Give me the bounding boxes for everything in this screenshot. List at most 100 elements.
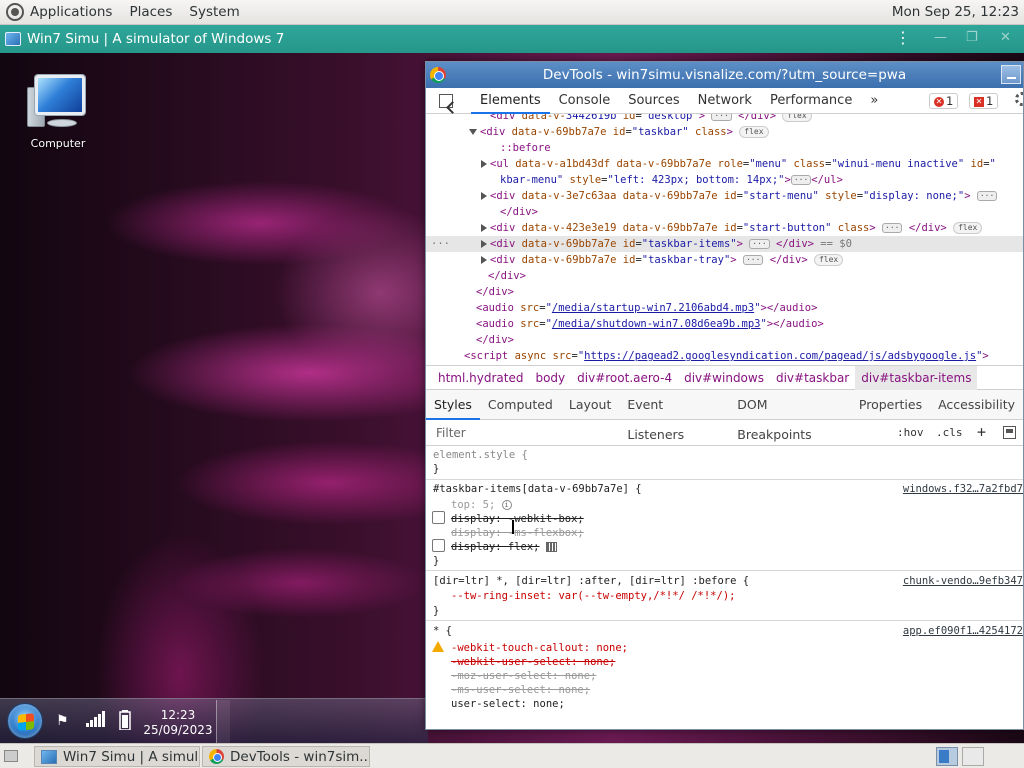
devtools-titlebar[interactable]: DevTools - win7simu.visnalize.com/?utm_s… [426,62,1023,88]
expand-triangle-icon[interactable] [481,160,487,168]
minimize-icon[interactable]: — [934,30,947,45]
tab-layout[interactable]: Layout [561,390,620,420]
tab-console[interactable]: Console [550,88,620,114]
dom-node-line[interactable]: kbar-menu" style="left: 423px; bottom: 1… [426,172,1023,188]
rule-source-link[interactable]: app.ef090f1…4254172 [903,624,1023,638]
dom-node-line[interactable]: </div> [426,332,1023,348]
inspect-element-icon[interactable] [439,93,453,108]
tab-network[interactable]: Network [689,88,761,114]
show-desktop-icon[interactable] [4,750,18,762]
dom-node-line[interactable]: </div> [426,204,1023,220]
issues-badge[interactable]: ✕ 1 [969,93,999,109]
breadcrumb-item[interactable]: div#taskbar-items [855,365,978,390]
cls-toggle[interactable]: .cls [936,426,963,439]
applications-menu[interactable]: Applications [30,4,112,20]
tab-styles[interactable]: Styles [426,390,480,420]
rule-selector[interactable]: #taskbar-items[data-v-69bb7a7e] { [433,482,642,496]
style-declaration[interactable]: display: -webkit-box; [451,512,584,526]
breadcrumb-item[interactable]: div#root.aero-4 [571,366,678,390]
dom-node-line[interactable]: <div data-v-69bb7a7e id="taskbar-tray"> … [426,252,1023,268]
settings-gear-icon[interactable] [1015,92,1023,106]
error-badge[interactable]: ✕ 1 [929,93,959,109]
dom-node-line[interactable]: <script async src="https://pagead2.googl… [426,348,1023,364]
breadcrumb-item[interactable]: body [529,366,571,390]
tab-elements[interactable]: Elements [471,88,550,114]
window-icon [41,749,57,764]
places-menu[interactable]: Places [129,4,172,20]
style-declaration[interactable]: -webkit-touch-callout: none; [451,641,628,655]
new-rule-button[interactable]: + [977,423,986,441]
tab-properties[interactable]: Properties [851,390,930,420]
hov-toggle[interactable]: :hov [897,426,924,439]
tab-dom-breakpoints[interactable]: DOM Breakpoints [729,390,851,442]
expand-triangle-icon[interactable] [481,256,487,264]
dom-node-line[interactable]: ··· <div data-v-69bb7a7e id="taskbar-item… [426,236,1023,252]
maximize-icon[interactable]: ❐ [966,30,978,45]
style-declaration[interactable]: -ms-user-select: none; [451,683,590,697]
tab-performance[interactable]: Performance [761,88,861,114]
taskbar-item-devtools[interactable]: DevTools - win7sim... [202,746,370,767]
tab-event-listeners[interactable]: Event Listeners [619,390,729,442]
tab-computed[interactable]: Computed [480,390,561,420]
breadcrumb-item[interactable]: div#windows [678,366,770,390]
start-orb-icon[interactable] [7,703,43,739]
rule-selector[interactable]: * { [433,624,452,638]
style-declaration[interactable]: -webkit-user-select: none; [451,655,615,669]
dom-node-line[interactable]: <audio src="/media/startup-win7.2106abd4… [426,300,1023,316]
rule-selector[interactable]: [dir=ltr] *, [dir=ltr] :after, [dir=ltr]… [433,574,749,588]
system-menu[interactable]: System [189,4,239,20]
dom-node-line[interactable]: </script> [426,364,1023,365]
breadcrumb-item[interactable]: div#taskbar [770,366,855,390]
taskbar-item-win7simu[interactable]: Win7 Simu | A simul... [34,746,200,767]
style-declaration[interactable]: display: flex; [451,540,557,554]
style-declaration[interactable]: user-select: none; [451,697,565,711]
tab-accessibility[interactable]: Accessibility [930,390,1023,420]
flexbox-editor-icon[interactable] [545,542,557,552]
dom-node-line[interactable]: </div> [426,268,1023,284]
computed-sidebar-icon[interactable] [1003,426,1016,442]
style-declaration[interactable]: -moz-user-select: none; [451,669,596,683]
battery-icon[interactable] [119,710,131,734]
kebab-menu-icon[interactable]: ⋮ [895,30,911,46]
dom-node-line[interactable]: <div data-v-3e7c63aa data-v-69bb7a7e id=… [426,188,1023,204]
expand-triangle-icon[interactable] [481,240,487,248]
gnome-foot-icon[interactable] [6,3,24,21]
signal-icon[interactable] [86,711,106,731]
style-declaration[interactable]: display: -ms-flexbox; [451,526,584,540]
dom-node-line[interactable]: <div data-v-3442619b id="desktop"> ··· <… [426,114,1023,124]
win7-clock[interactable]: 12:23 25/09/2023 [140,708,216,738]
panel-clock[interactable]: Mon Sep 25, 12:23 [892,4,1019,20]
dom-node-line[interactable]: <audio src="/media/shutdown-win7.08d6ea9… [426,316,1023,332]
expand-triangle-icon[interactable] [469,129,477,135]
breadcrumb-item[interactable]: html.hydrated [432,366,529,390]
dom-node-line[interactable]: <div data-v-423e3e19 data-v-69bb7a7e id=… [426,220,1023,236]
dom-node-line[interactable]: <div data-v-69bb7a7e id="taskbar" class>… [426,124,1023,140]
dom-tree[interactable]: <div data-v-3442619b id="desktop"> ··· <… [426,114,1023,366]
dom-node-line[interactable]: </div> [426,284,1023,300]
style-declaration[interactable]: top: 5; i [451,498,512,512]
info-icon[interactable]: i [501,500,512,510]
expand-triangle-icon[interactable] [481,192,487,200]
desktop-icon-computer[interactable]: Computer [18,73,98,150]
element-style-selector[interactable]: element.style { [433,448,528,462]
dom-node-line[interactable]: <ul data-v-a1bd43df data-v-69bb7a7e role… [426,156,1023,172]
declaration-checkbox[interactable] [432,539,445,552]
rule-source-link[interactable]: chunk-vendo…9efb347 [903,574,1023,588]
host-taskbar: Win7 Simu | A simul... DevTools - win7si… [0,743,1024,768]
dom-node-line[interactable]: ::before [426,140,1023,156]
more-tabs-icon[interactable]: » [861,88,887,114]
close-icon[interactable]: ✕ [1000,30,1011,45]
workspace-switcher-2[interactable] [962,747,984,766]
filter-input[interactable]: Filter [436,426,466,440]
declaration-checkbox[interactable] [432,511,445,524]
flag-icon[interactable]: ⚑ [56,713,69,729]
expand-triangle-icon[interactable] [481,224,487,232]
style-declaration[interactable]: --tw-ring-inset: var(--tw-empty,/*!*/ /*… [451,589,735,603]
workspace-switcher-1[interactable] [936,747,958,766]
show-desktop-button[interactable] [216,700,230,743]
close-brace: } [433,555,440,567]
tab-sources[interactable]: Sources [619,88,688,114]
taskbar-item-label: Win7 Simu | A simul... [63,748,200,765]
minimize-button[interactable] [1001,65,1021,84]
rule-source-link[interactable]: windows.f32…7a2fbd7 [903,482,1023,496]
